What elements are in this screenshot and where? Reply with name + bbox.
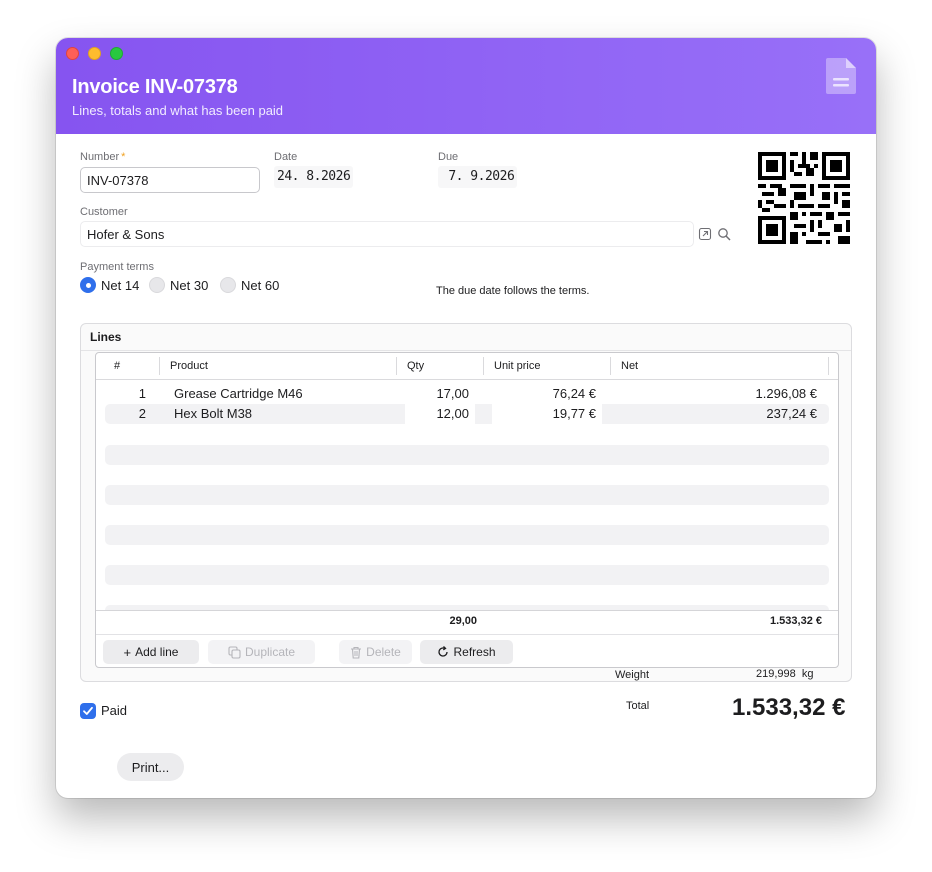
column-divider — [610, 357, 611, 375]
column-divider — [483, 357, 484, 375]
weight-label: Weight — [615, 669, 650, 681]
total-value: 1.533,32 € — [732, 694, 846, 721]
total-qty: 29,00 — [449, 615, 477, 627]
row-stripe — [475, 404, 492, 424]
column-divider — [828, 357, 829, 375]
total-label: Total — [626, 700, 650, 712]
print-button[interactable]: Print... — [117, 753, 184, 781]
open-customer-icon[interactable] — [698, 227, 712, 241]
radio-net-60[interactable]: Net 60 — [220, 277, 279, 293]
empty-row — [105, 565, 829, 585]
document-icon — [826, 58, 856, 94]
button-label: Delete — [366, 645, 401, 659]
minimize-window-button[interactable] — [88, 47, 101, 60]
number-label: Number * — [80, 151, 126, 163]
button-label: Add line — [135, 645, 179, 659]
lines-title: Lines — [90, 330, 122, 344]
zoom-window-button[interactable] — [110, 47, 123, 60]
column-header-net[interactable]: Net — [621, 360, 638, 372]
cell-unit-price[interactable]: 19,77 € — [496, 406, 596, 421]
row-stripe — [105, 404, 405, 424]
column-header-qty[interactable]: Qty — [407, 360, 424, 372]
paid-checkbox[interactable] — [80, 703, 96, 719]
radio-net-14[interactable]: Net 14 — [80, 277, 139, 293]
page-title: Invoice INV-07378 — [72, 76, 238, 98]
total-net: 1.533,32 € — [770, 615, 822, 627]
lines-table[interactable]: # Product Qty Unit price Net 1 Grease Ca… — [95, 352, 839, 668]
column-header-product[interactable]: Product — [170, 360, 208, 372]
table-header: # Product Qty Unit price Net — [96, 353, 838, 380]
window-header: Invoice INV-07378 Lines, totals and what… — [56, 38, 876, 134]
invoice-window: Invoice INV-07378 Lines, totals and what… — [56, 38, 876, 798]
cell-product[interactable]: Grease Cartridge M46 — [174, 386, 303, 401]
refresh-icon — [438, 646, 449, 657]
radio-label: Net 30 — [170, 277, 209, 293]
plus-icon: + — [123, 644, 132, 660]
cell-net: 1.296,08 € — [755, 386, 817, 401]
duplicate-button[interactable]: Duplicate — [208, 640, 315, 664]
terms-hint: The due date follows the terms. — [436, 285, 590, 297]
page-subtitle: Lines, totals and what has been paid — [72, 103, 284, 118]
empty-row — [105, 485, 829, 505]
radio-indicator[interactable] — [149, 277, 165, 293]
checkmark-icon — [83, 706, 93, 715]
add-line-button[interactable]: + Add line — [103, 640, 199, 664]
trash-icon — [351, 646, 362, 659]
radio-label: Net 60 — [241, 277, 280, 293]
date-label: Date — [274, 151, 298, 163]
radio-label: Net 14 — [101, 277, 140, 293]
paid-label[interactable]: Paid — [101, 703, 127, 718]
radio-indicator[interactable] — [80, 277, 96, 293]
refresh-button[interactable]: Refresh — [420, 640, 513, 664]
footer-divider — [96, 610, 838, 611]
cell-number: 2 — [138, 406, 146, 421]
close-window-button[interactable] — [66, 47, 79, 60]
lines-group: Lines # Product Qty Unit price Net 1 Gre… — [80, 323, 852, 682]
required-mark: * — [121, 151, 126, 163]
duplicate-icon — [228, 645, 241, 659]
column-header-number[interactable]: # — [114, 360, 120, 372]
column-divider — [159, 357, 160, 375]
button-label: Refresh — [453, 645, 496, 659]
payment-terms-label: Payment terms — [80, 261, 154, 273]
cell-net: 237,24 € — [766, 406, 817, 421]
due-date-picker[interactable]: 7. 9.2026 — [438, 166, 518, 188]
empty-row — [105, 525, 829, 545]
number-field[interactable]: INV-07378 — [80, 167, 260, 193]
divider — [81, 350, 851, 351]
delete-button[interactable]: Delete — [339, 640, 412, 664]
weight-value: 219,998 kg — [756, 668, 814, 680]
radio-net-30[interactable]: Net 30 — [149, 277, 208, 293]
customer-field[interactable]: Hofer & Sons — [80, 221, 694, 247]
customer-label: Customer — [80, 206, 128, 218]
qr-code — [758, 152, 850, 244]
cell-number: 1 — [138, 386, 146, 401]
radio-indicator[interactable] — [220, 277, 236, 293]
search-icon[interactable] — [717, 227, 731, 241]
cell-qty[interactable]: 12,00 — [396, 406, 469, 421]
empty-row — [105, 445, 829, 465]
footer-divider — [96, 634, 838, 635]
button-label: Duplicate — [244, 645, 296, 659]
cell-qty[interactable]: 17,00 — [396, 386, 469, 401]
column-divider — [396, 357, 397, 375]
cell-product[interactable]: Hex Bolt M38 — [174, 406, 252, 421]
column-header-unit-price[interactable]: Unit price — [494, 360, 540, 372]
cell-unit-price[interactable]: 76,24 € — [496, 386, 596, 401]
date-picker[interactable]: 24. 8.2026 — [274, 166, 354, 188]
due-label: Due — [438, 151, 459, 163]
